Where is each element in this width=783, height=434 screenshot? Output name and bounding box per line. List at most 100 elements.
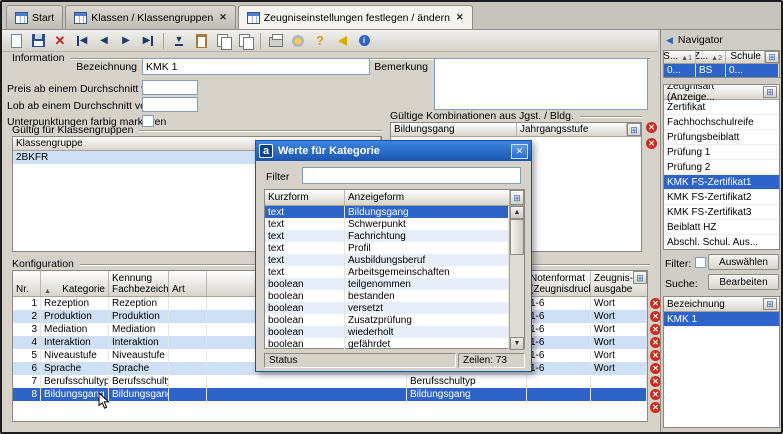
column-header-kategorie[interactable]: ▲ Kategorie — [41, 271, 109, 296]
bezeichnung-list-header[interactable]: Bezeichnung ⊞ — [664, 297, 779, 312]
dialog-scrollbar[interactable]: ▲ ▼ — [509, 206, 524, 350]
delete-klassengruppe-icon[interactable]: ✕ — [646, 138, 657, 149]
auswaehlen-button[interactable]: Auswählen — [708, 254, 779, 270]
column-header[interactable]: Z... ▲2 — [696, 51, 726, 63]
dialog-row[interactable]: boolean Zusatzprüfung — [265, 314, 509, 326]
list-item[interactable]: Prüfungsbeiblatt — [664, 130, 779, 145]
column-header-jahrgangsstufe[interactable]: Jahrgangsstufe — [517, 123, 627, 136]
print-button[interactable] — [266, 32, 286, 50]
list-item-selected[interactable]: KMK FS-Zertifikat1 — [664, 175, 779, 190]
info-button[interactable]: i — [354, 32, 374, 50]
scrollbar-thumb[interactable] — [510, 219, 524, 255]
dialog-row[interactable]: boolean wiederholt — [265, 326, 509, 338]
next-record-button[interactable]: ▶ — [116, 32, 136, 50]
grid-menu-icon[interactable]: ⊞ — [765, 51, 779, 63]
list-item[interactable]: Abschl. Schul. Aus... — [664, 235, 779, 250]
grid-menu-icon[interactable]: ⊞ — [763, 86, 777, 98]
dialog-table[interactable]: Kurzform Anzeigeform ⊞ text Bildungsgang… — [264, 189, 525, 349]
cell-notenformat: 1-6 — [527, 323, 591, 336]
column-header-zeugnisausgabe[interactable]: Zeugnis- ausgabe — [591, 271, 633, 296]
dialog-row[interactable]: boolean gefährdet — [265, 338, 509, 350]
close-tab-icon[interactable]: ✕ — [217, 12, 227, 23]
school-row-selected[interactable]: 0... BS 0... — [664, 64, 779, 77]
dialog-row[interactable]: text Arbeitsgemeinschaften — [265, 266, 509, 278]
cell-nr: 7 — [13, 375, 41, 388]
cell-kurzform: text — [265, 266, 345, 278]
grid-menu-icon[interactable]: ⊞ — [510, 190, 524, 205]
list-item[interactable]: KMK FS-Zertifikat2 — [664, 190, 779, 205]
first-record-button[interactable]: ◀ — [72, 32, 92, 50]
bezeichnung-list[interactable]: Bezeichnung ⊞ KMK 1 — [663, 296, 780, 428]
scroll-up-icon[interactable]: ▲ — [510, 206, 524, 219]
cell-art — [169, 297, 207, 310]
cell-kurzform: text — [265, 230, 345, 242]
list-item[interactable]: Beiblatt HZ — [664, 220, 779, 235]
school-grid[interactable]: S... ▲1 Z... ▲2 Schule ⊞ 0... BS 0... — [663, 50, 780, 78]
bemerkung-textarea[interactable] — [434, 58, 648, 110]
table-row[interactable]: 7 Berufsschultyp Berufsschultyp Berufssc… — [13, 375, 647, 388]
column-header-notenformat[interactable]: Notenformat (Zeugnisdruck — [527, 271, 591, 296]
seal-button[interactable] — [288, 32, 308, 50]
collapse-panel-icon[interactable]: ◀ — [666, 35, 673, 46]
save-icon — [32, 34, 45, 47]
column-header-kennung[interactable]: Kennung Fachbezeichnu — [109, 271, 169, 296]
column-header-kurzform[interactable]: Kurzform — [265, 190, 345, 205]
grid-menu-icon[interactable]: ⊞ — [627, 123, 641, 136]
last-record-button[interactable]: ▶ — [138, 32, 158, 50]
copy-button[interactable] — [213, 32, 233, 50]
dialog-close-icon[interactable]: ✕ — [511, 144, 528, 159]
filter-checkbox[interactable] — [695, 257, 706, 268]
zeugnisart-list[interactable]: Zeugnisart (Anzeige... ⊞ Zertifikat Fach… — [663, 84, 780, 250]
new-record-button[interactable] — [6, 32, 26, 50]
previous-record-button[interactable]: ◀ — [94, 32, 114, 50]
filter-label: Filter — [266, 171, 296, 183]
tab-zeugniseinstellungen[interactable]: Zeugniseinstellungen festlegen / ändern … — [238, 5, 473, 29]
announce-icon — [338, 36, 347, 46]
filter-input[interactable] — [302, 167, 521, 184]
list-item[interactable]: Prüfung 1 — [664, 145, 779, 160]
lob-input[interactable] — [142, 97, 198, 112]
werte-fuer-kategorie-dialog: a Werte für Kategorie ✕ Filter Kurzform … — [255, 140, 532, 372]
dialog-titlebar[interactable]: a Werte für Kategorie ✕ — [256, 141, 531, 161]
dialog-row[interactable]: boolean teilgenommen — [265, 278, 509, 290]
tab-start[interactable]: Start — [6, 5, 63, 29]
save-button[interactable] — [28, 32, 48, 50]
dialog-row[interactable]: text Profil — [265, 242, 509, 254]
paste-button[interactable] — [191, 32, 211, 50]
duplicate-button[interactable] — [235, 32, 255, 50]
dialog-row-selected[interactable]: text Bildungsgang — [265, 206, 509, 218]
dialog-row[interactable]: boolean bestanden — [265, 290, 509, 302]
column-header-art[interactable]: Art — [169, 271, 207, 296]
list-item[interactable]: Prüfung 2 — [664, 160, 779, 175]
dialog-row[interactable]: text Schwerpunkt — [265, 218, 509, 230]
import-button[interactable]: ▼ — [169, 32, 189, 50]
list-item[interactable]: KMK FS-Zertifikat3 — [664, 205, 779, 220]
cell-nr: 1 — [13, 297, 41, 310]
grid-menu-icon[interactable]: ⊞ — [763, 298, 777, 310]
column-header[interactable]: S... ▲1 — [664, 51, 696, 63]
delete-kombination-icon[interactable]: ✕ — [646, 122, 657, 133]
column-header[interactable]: Schule — [726, 51, 765, 63]
list-item[interactable]: Fachhochschulreife — [664, 115, 779, 130]
close-tab-icon[interactable]: ✕ — [454, 12, 464, 23]
delete-button[interactable]: ✕ — [50, 32, 70, 50]
grid-menu-icon[interactable]: ⊞ — [633, 271, 647, 284]
announce-button[interactable] — [332, 32, 352, 50]
preis-input[interactable] — [142, 80, 198, 95]
dialog-row[interactable]: text Ausbildungsberuf — [265, 254, 509, 266]
cell-anzeigeform: teilgenommen — [345, 278, 509, 290]
bearbeiten-button[interactable]: Bearbeiten — [708, 274, 779, 290]
dialog-row[interactable]: text Fachrichtung — [265, 230, 509, 242]
column-header-anzeigeform[interactable]: Anzeigeform — [345, 190, 510, 205]
list-item-selected[interactable]: KMK 1 — [664, 312, 779, 327]
zeugnisart-list-header[interactable]: Zeugnisart (Anzeige... ⊞ — [664, 85, 779, 100]
bezeichnung-input[interactable] — [142, 58, 370, 75]
scroll-down-icon[interactable]: ▼ — [510, 337, 524, 350]
section-title: Konfiguration — [12, 258, 74, 270]
dialog-row[interactable]: boolean versetzt — [265, 302, 509, 314]
cell-nr: 8 — [13, 388, 41, 401]
column-header-bildungsgang[interactable]: Bildungsgang — [391, 123, 517, 136]
column-header-nr[interactable]: Nr. — [13, 271, 41, 296]
tab-klassen-klassengruppen[interactable]: Klassen / Klassengruppen ✕ — [65, 5, 236, 29]
help-button[interactable]: ? — [310, 32, 330, 50]
